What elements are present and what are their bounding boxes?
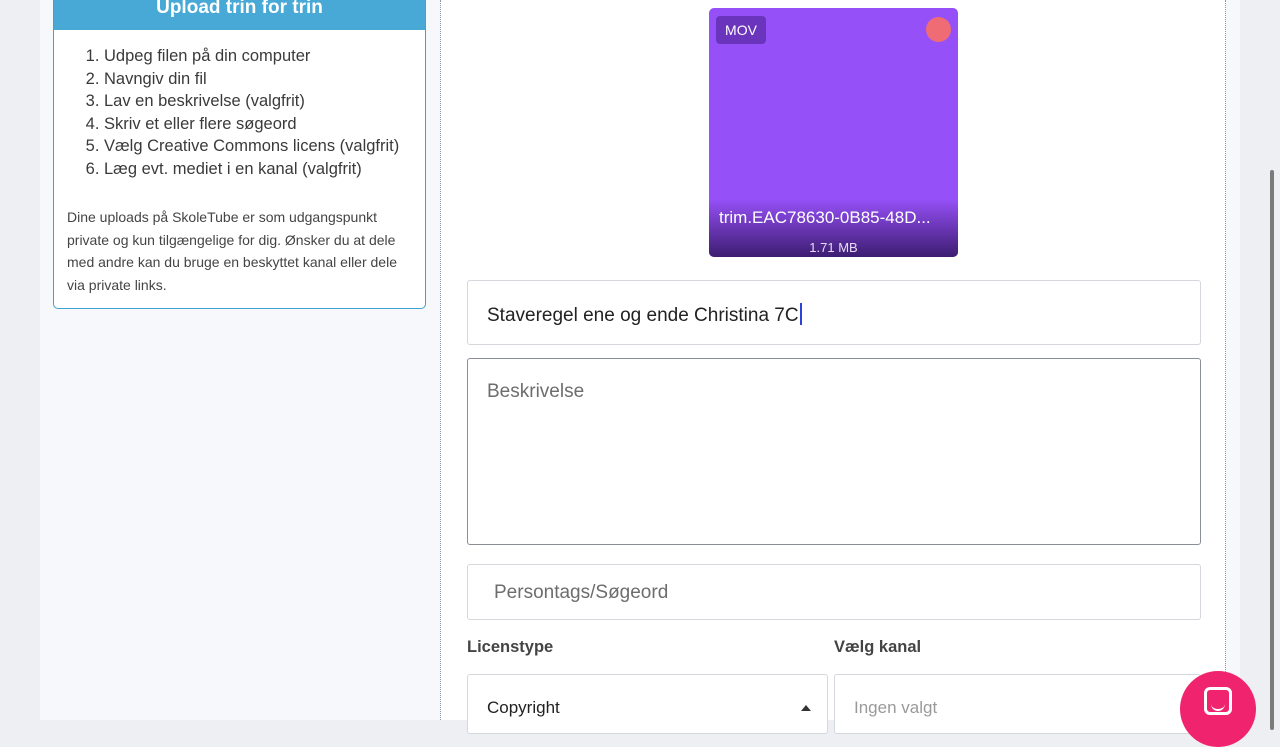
description-placeholder: Beskrivelse <box>487 381 585 402</box>
upload-steps-card: Upload trin for trin Udpeg filen på din … <box>53 0 426 309</box>
step-item: Læg evt. mediet i en kanal (valgfrit) <box>104 158 425 181</box>
file-name: trim.EAC78630-0B85-48D... <box>719 208 931 227</box>
steps-list: Udpeg filen på din computer Navngiv din … <box>54 45 425 180</box>
channel-placeholder: Ingen valgt <box>854 698 938 717</box>
file-thumbnail[interactable]: MOV trim.EAC78630-0B85-48D... 1.71 MB <box>709 8 958 257</box>
file-type-badge: MOV <box>716 16 766 44</box>
right-divider <box>1225 0 1226 720</box>
license-value: Copyright <box>487 698 560 717</box>
remove-file-button[interactable] <box>926 17 951 42</box>
channel-label: Vælg kanal <box>834 638 922 656</box>
step-item: Navngiv din fil <box>104 68 425 91</box>
title-text: Staveregel ene og ende Christina 7C <box>487 305 799 326</box>
license-select[interactable]: Copyright <box>467 674 828 734</box>
text-caret <box>799 303 803 325</box>
title-input[interactable]: Staveregel ene og ende Christina 7C <box>467 280 1201 345</box>
chat-button[interactable] <box>1180 671 1256 747</box>
step-item: Udpeg filen på din computer <box>104 45 425 68</box>
tags-input[interactable]: Persontags/Søgeord <box>467 564 1201 620</box>
step-item: Vælg Creative Commons licens (valgfrit) <box>104 135 425 158</box>
channel-select[interactable]: Ingen valgt <box>834 674 1201 734</box>
file-size: 1.71 MB <box>809 240 858 255</box>
description-textarea[interactable]: Beskrivelse <box>467 358 1201 545</box>
upload-page: Upload trin for trin Udpeg filen på din … <box>40 0 1240 734</box>
title-input-value: Staveregel ene og ende Christina 7C <box>487 303 803 327</box>
step-item: Lav en beskrivelse (valgfrit) <box>104 90 425 113</box>
step-item: Skriv et eller flere søgeord <box>104 113 425 136</box>
steps-header: Upload trin for trin <box>54 0 425 30</box>
left-column: Upload trin for trin Udpeg filen på din … <box>40 0 440 720</box>
page-scrollbar[interactable] <box>1270 170 1274 730</box>
privacy-note: Dine uploads på SkoleTube er som udgangs… <box>67 209 397 293</box>
tags-placeholder: Persontags/Søgeord <box>494 582 669 603</box>
caret-up-icon <box>801 705 811 711</box>
upload-form: MOV trim.EAC78630-0B85-48D... 1.71 MB St… <box>441 0 1225 734</box>
license-label: Licenstype <box>467 638 554 656</box>
